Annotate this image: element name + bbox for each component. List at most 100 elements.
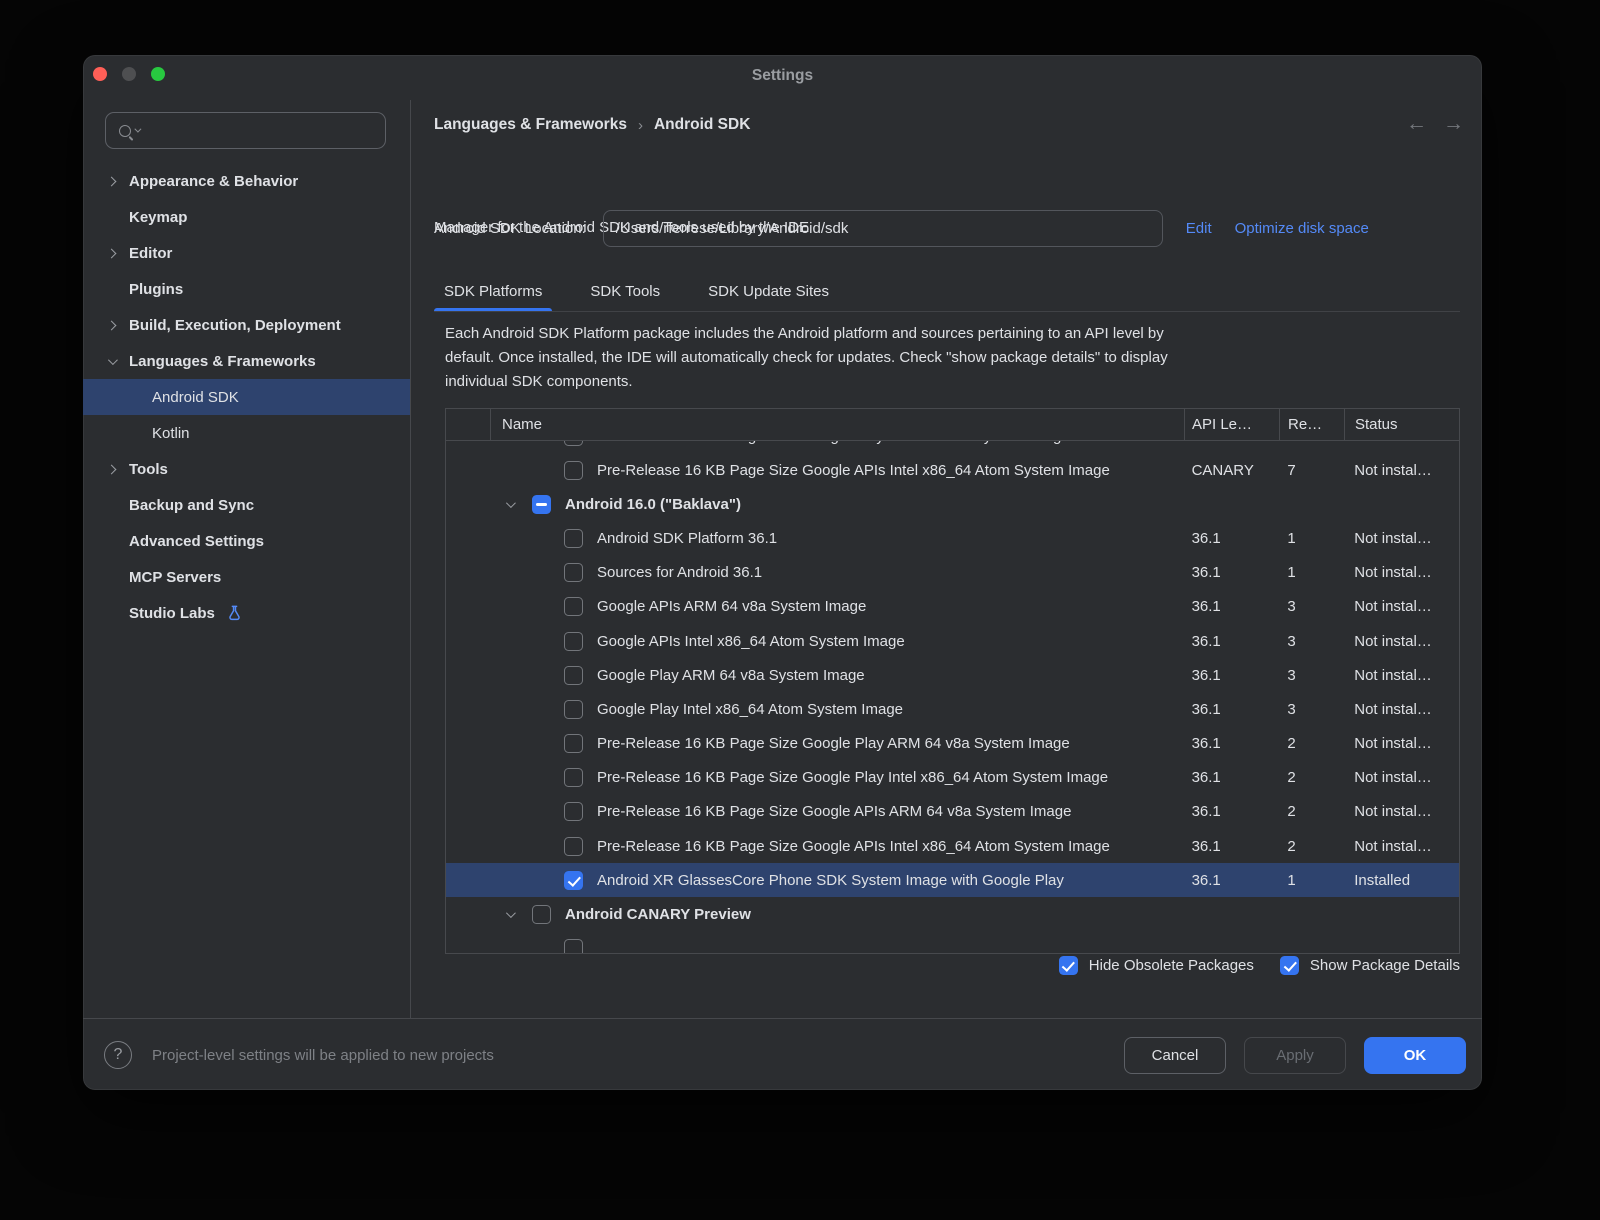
minimize-button[interactable] <box>122 67 136 81</box>
checkbox-unchecked-icon[interactable] <box>564 563 583 582</box>
breadcrumb-separator-icon: › <box>638 117 643 134</box>
sidebar-item-label: Kotlin <box>152 425 190 442</box>
sidebar-tree: Appearance & BehaviorKeymap Editor Plugins… <box>83 163 410 631</box>
back-arrow-icon[interactable]: ← <box>1406 112 1427 136</box>
table-row[interactable]: Google Play Intel x86_64 Atom System Ima… <box>446 692 1459 726</box>
sidebar-item-android-sdk[interactable]: Android SDK <box>83 379 410 415</box>
checkbox-unchecked-icon[interactable] <box>532 905 551 924</box>
option-show-package-details[interactable]: Show Package Details <box>1280 956 1460 975</box>
sdk-packages-table: Name API Le… Re… Status Pre-Release 16 K… <box>445 408 1460 954</box>
sdk-location-input[interactable] <box>603 210 1163 247</box>
sidebar-item-tools[interactable]: Tools <box>83 451 410 487</box>
checkbox-unchecked-icon[interactable] <box>564 597 583 616</box>
tab-sdk-update-sites[interactable]: SDK Update Sites <box>698 271 839 311</box>
status-cell: Installed <box>1344 872 1459 889</box>
close-button[interactable] <box>93 67 107 81</box>
revision-cell: 7 <box>1279 462 1344 479</box>
table-row[interactable]: Pre-Release 16 KB Page Size Google Play … <box>446 727 1459 761</box>
sidebar-item-languages-frameworks[interactable]: Languages & Frameworks <box>83 343 410 379</box>
table-row[interactable]: Google Play ARM 64 v8a System Image36.13… <box>446 658 1459 692</box>
sidebar-item-kotlin[interactable]: Kotlin <box>83 415 410 451</box>
help-icon[interactable]: ? <box>104 1041 132 1069</box>
zoom-button[interactable] <box>151 67 165 81</box>
package-name: Google APIs Intel x86_64 Atom System Ima… <box>597 633 905 650</box>
revision-cell: 1 <box>1279 564 1344 581</box>
search-input[interactable] <box>142 122 342 139</box>
optimize-disk-space-link[interactable]: Optimize disk space <box>1235 220 1369 237</box>
sidebar-item-mcp-servers[interactable]: MCP Servers <box>83 559 410 595</box>
checkbox-unchecked-icon[interactable] <box>564 461 583 480</box>
checkbox-unchecked-icon[interactable] <box>564 768 583 787</box>
checkbox-checked-icon[interactable] <box>564 871 583 890</box>
breadcrumb-parent[interactable]: Languages & Frameworks <box>434 116 627 134</box>
api-level-cell: 36.1 <box>1185 769 1280 786</box>
table-row[interactable]: Sources for Android 36.136.11Not instal… <box>446 556 1459 590</box>
checkbox-unchecked-icon[interactable] <box>564 529 583 548</box>
table-row[interactable]: Pre-Release 16 KB Page Size Google Play … <box>446 441 1459 453</box>
sidebar-item-studio-labs[interactable]: Studio Labs <box>83 595 410 631</box>
tab-sdk-platforms[interactable]: SDK Platforms <box>434 271 552 311</box>
package-name: Pre-Release 16 KB Page Size Google Play … <box>597 735 1070 752</box>
table-row[interactable]: Pre-Release 16 KB Page Size Google APIs … <box>446 795 1459 829</box>
checkbox-unchecked-icon[interactable] <box>564 802 583 821</box>
chevron-right-icon <box>107 248 117 258</box>
edit-link[interactable]: Edit <box>1186 220 1212 237</box>
table-row[interactable]: Pre-Release 16 KB Page Size Google APIs … <box>446 829 1459 863</box>
name-cell: Pre-Release 16 KB Page Size Google Play … <box>446 441 1185 446</box>
package-name: Android SDK Platform 36.1 <box>597 530 777 547</box>
chevron-down-icon[interactable] <box>506 908 516 918</box>
package-name: Pre-Release 16 KB Page Size Google Play … <box>597 441 1061 445</box>
checkbox-unchecked-icon[interactable] <box>564 700 583 719</box>
sidebar-item-label: Advanced Settings <box>129 533 264 550</box>
checkbox-checked-icon[interactable] <box>1280 956 1299 975</box>
table-row[interactable]: Google APIs Intel x86_64 Atom System Ima… <box>446 624 1459 658</box>
api-level-cell: 36.1 <box>1185 701 1280 718</box>
checkbox-unchecked-icon[interactable] <box>564 441 583 446</box>
checkbox-unchecked-icon[interactable] <box>564 632 583 651</box>
forward-arrow-icon[interactable]: → <box>1443 112 1464 136</box>
sidebar-item-backup-and-sync[interactable]: Backup and Sync <box>83 487 410 523</box>
chevron-right-icon <box>107 176 117 186</box>
name-column-header[interactable]: Name <box>490 409 1184 440</box>
table-row[interactable] <box>446 932 1459 953</box>
sidebar-item-keymap[interactable]: Keymap <box>83 199 410 235</box>
sidebar-item-label: MCP Servers <box>129 569 221 586</box>
sidebar-item-label: Editor <box>129 245 172 262</box>
sidebar-item-plugins[interactable]: Plugins <box>83 271 410 307</box>
checkbox-unchecked-icon[interactable] <box>564 666 583 685</box>
checkbox-unchecked-icon[interactable] <box>564 837 583 856</box>
option-label: Show Package Details <box>1310 957 1460 974</box>
ok-button[interactable]: OK <box>1364 1037 1466 1074</box>
table-row[interactable]: Pre-Release 16 KB Page Size Google Play … <box>446 761 1459 795</box>
tab-sdk-tools[interactable]: SDK Tools <box>580 271 670 311</box>
table-row[interactable]: Pre-Release 16 KB Page Size Google APIs … <box>446 453 1459 487</box>
name-cell: Google Play ARM 64 v8a System Image <box>446 666 1185 685</box>
option-hide-obsolete-packages[interactable]: Hide Obsolete Packages <box>1059 956 1254 975</box>
apply-button[interactable]: Apply <box>1244 1037 1346 1074</box>
checkbox-unchecked-icon[interactable] <box>564 939 583 952</box>
sidebar-item-advanced-settings[interactable]: Advanced Settings <box>83 523 410 559</box>
table-row[interactable]: Google APIs ARM 64 v8a System Image36.13… <box>446 590 1459 624</box>
checkbox-unchecked-icon[interactable] <box>564 734 583 753</box>
status-cell: Not instal… <box>1344 598 1459 615</box>
sidebar-item-build-execution-deployment[interactable]: Build, Execution, Deployment <box>83 307 410 343</box>
cancel-button[interactable]: Cancel <box>1124 1037 1226 1074</box>
checkbox-checked-icon[interactable] <box>1059 956 1078 975</box>
table-row[interactable]: Android 16.0 ("Baklava") <box>446 487 1459 521</box>
table-row[interactable]: Android CANARY Preview <box>446 897 1459 931</box>
checkbox-indeterminate-icon[interactable] <box>532 495 551 514</box>
status-column-header[interactable]: Status <box>1344 409 1459 440</box>
revision-column-header[interactable]: Re… <box>1279 409 1344 440</box>
settings-search-field[interactable] <box>105 112 386 149</box>
api-level-column-header[interactable]: API Le… <box>1184 409 1279 440</box>
table-row[interactable]: Android SDK Platform 36.136.11Not instal… <box>446 521 1459 555</box>
sidebar-item-label: Tools <box>129 461 168 478</box>
name-cell: Android XR GlassesCore Phone SDK System … <box>446 871 1185 890</box>
sidebar-item-appearance-behavior[interactable]: Appearance & Behavior <box>83 163 410 199</box>
sidebar-item-editor[interactable]: Editor <box>83 235 410 271</box>
status-cell: Not instal… <box>1344 530 1459 547</box>
footer-options: Hide Obsolete Packages Show Package Detai… <box>445 956 1460 975</box>
chevron-down-icon[interactable] <box>506 498 516 508</box>
table-row[interactable]: Android XR GlassesCore Phone SDK System … <box>446 863 1459 897</box>
name-cell: Android 16.0 ("Baklava") <box>446 495 1185 514</box>
